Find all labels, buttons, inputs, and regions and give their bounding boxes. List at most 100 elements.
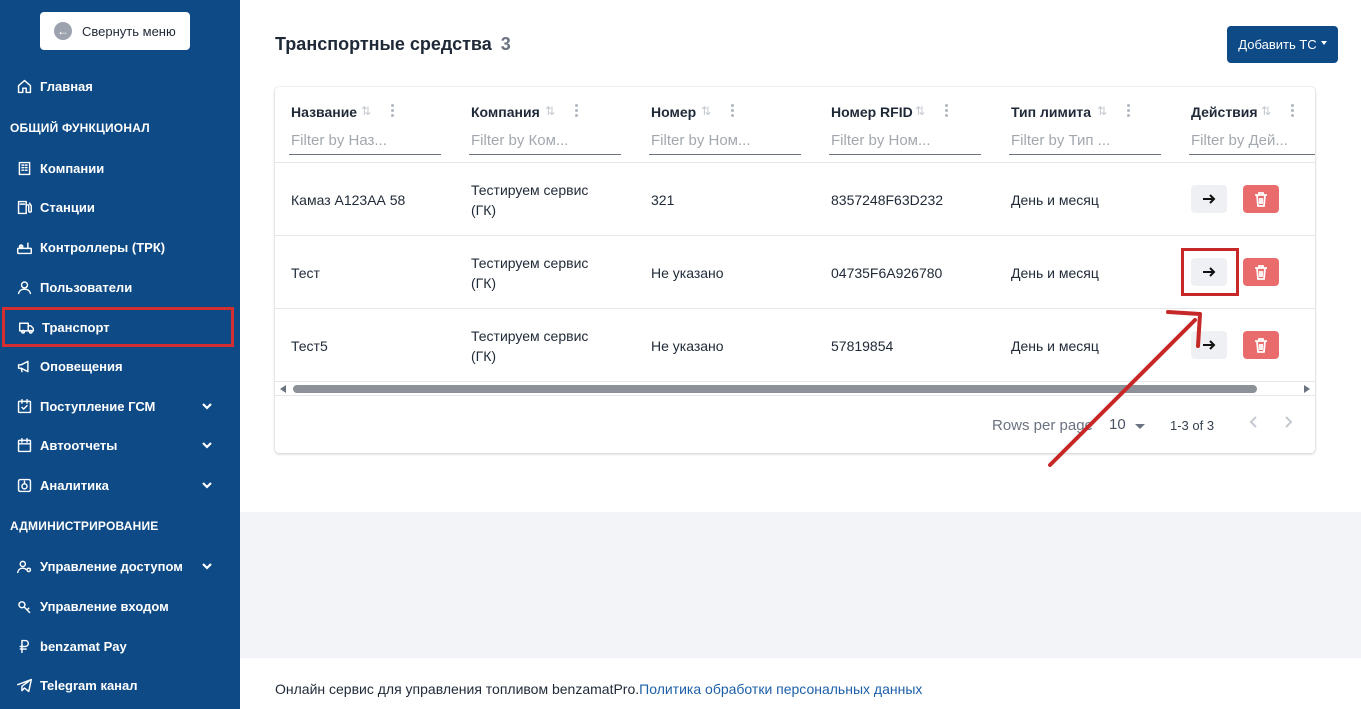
sidebar-item-controllers[interactable]: Контроллеры (ТРК) bbox=[0, 230, 240, 264]
scroll-right-icon[interactable] bbox=[1304, 385, 1310, 393]
column-header-company: Компания ⇅ bbox=[455, 87, 635, 163]
sidebar-item-analytics[interactable]: Аналитика bbox=[0, 468, 240, 502]
filter-rfid-input[interactable] bbox=[829, 127, 981, 155]
sidebar-item-autoreports[interactable]: Автоотчеты bbox=[0, 428, 240, 462]
page-title-text: Транспортные средства bbox=[275, 34, 492, 54]
highlight-box bbox=[1181, 248, 1239, 296]
prev-page-icon[interactable] bbox=[1247, 415, 1265, 433]
column-title[interactable]: Номер bbox=[651, 104, 696, 120]
sort-icon[interactable]: ⇅ bbox=[1097, 104, 1111, 120]
open-button[interactable] bbox=[1191, 331, 1227, 359]
column-menu-icon[interactable] bbox=[943, 102, 949, 120]
trash-icon bbox=[1255, 264, 1267, 280]
company-line: (ГК) bbox=[471, 201, 497, 218]
sidebar-item-label: Контроллеры (ТРК) bbox=[40, 239, 166, 255]
sort-icon[interactable]: ⇅ bbox=[361, 104, 375, 120]
filter-name-input[interactable] bbox=[289, 127, 441, 155]
sidebar-item-label: Аналитика bbox=[40, 477, 109, 493]
vehicle-count: 3 bbox=[500, 34, 511, 54]
column-title[interactable]: Компания bbox=[471, 104, 540, 120]
sidebar-item-access-management[interactable]: Управление доступом bbox=[0, 549, 240, 583]
filter-limit-input[interactable] bbox=[1009, 127, 1161, 155]
column-menu-icon[interactable] bbox=[389, 102, 395, 120]
column-menu-icon[interactable] bbox=[1289, 102, 1295, 120]
column-header-name: Название ⇅ bbox=[275, 87, 455, 163]
building-icon bbox=[14, 158, 34, 178]
sidebar-item-label: Станции bbox=[40, 199, 95, 215]
users-icon bbox=[14, 277, 34, 297]
filter-actions-input[interactable] bbox=[1189, 127, 1315, 155]
ruble-icon bbox=[14, 636, 34, 656]
cell-name: Тест5 bbox=[291, 337, 328, 354]
next-page-icon[interactable] bbox=[1281, 415, 1299, 433]
table-row: Тест5 Тестируем сервис (ГК) Не указано 57… bbox=[275, 308, 1315, 381]
company-line: (ГК) bbox=[471, 274, 497, 291]
column-menu-icon[interactable] bbox=[729, 102, 735, 120]
sidebar-item-benzamat-pay[interactable]: benzamat Pay bbox=[0, 629, 240, 663]
sidebar-item-fuel-receipts[interactable]: Поступление ГСМ bbox=[0, 389, 240, 423]
sidebar-item-users[interactable]: Пользователи bbox=[0, 270, 240, 304]
rows-per-page-select[interactable]: 10 bbox=[1109, 416, 1126, 433]
analytics-icon bbox=[14, 475, 34, 495]
cell-number: Не указано bbox=[651, 264, 724, 281]
truck-icon bbox=[16, 317, 36, 337]
arrow-right-icon bbox=[1203, 340, 1216, 350]
sidebar-item-label: Управление доступом bbox=[40, 558, 183, 574]
delete-button[interactable] bbox=[1243, 331, 1279, 359]
cell-rfid: 8357248F63D232 bbox=[831, 191, 944, 208]
footer-text: Онлайн сервис для управления топливом be… bbox=[275, 681, 640, 697]
sort-icon[interactable]: ⇅ bbox=[915, 104, 929, 120]
station-icon bbox=[14, 197, 34, 217]
privacy-policy-link[interactable]: Политика обработки персональных данных bbox=[639, 681, 922, 697]
collapse-menu-label: Свернуть меню bbox=[82, 23, 176, 39]
chevron-down-icon bbox=[200, 399, 214, 413]
cell-company: Тестируем сервис (ГК) bbox=[471, 236, 588, 309]
cell-number: 321 bbox=[651, 191, 675, 208]
cell-limit: День и месяц bbox=[1011, 191, 1099, 208]
collapse-menu-button[interactable]: ← Свернуть меню bbox=[40, 12, 190, 50]
sidebar-item-login-management[interactable]: Управление входом bbox=[0, 589, 240, 623]
delete-button[interactable] bbox=[1243, 185, 1279, 213]
chevron-down-icon bbox=[200, 438, 214, 452]
table-row: Камаз А123АА 58 Тестируем сервис (ГК) 321… bbox=[275, 162, 1315, 235]
column-title[interactable]: Название bbox=[291, 104, 357, 120]
filter-company-input[interactable] bbox=[469, 127, 621, 155]
company-line: (ГК) bbox=[471, 347, 497, 364]
scrollbar-thumb[interactable] bbox=[293, 385, 1257, 393]
filter-number-input[interactable] bbox=[649, 127, 801, 155]
sidebar-item-notifications[interactable]: Оповещения bbox=[0, 349, 240, 383]
column-title[interactable]: Номер RFID bbox=[831, 104, 913, 120]
open-button[interactable] bbox=[1191, 185, 1227, 213]
column-menu-icon[interactable] bbox=[1125, 102, 1131, 120]
sidebar-item-stations[interactable]: Станции bbox=[0, 190, 240, 224]
sidebar-item-label: Telegram канал bbox=[40, 677, 138, 693]
cell-name: Тест bbox=[291, 264, 320, 281]
cell-number: Не указано bbox=[651, 337, 724, 354]
sidebar-item-transport[interactable]: Транспорт bbox=[2, 307, 234, 347]
scroll-left-icon[interactable] bbox=[280, 385, 286, 393]
sidebar-item-label: Пользователи bbox=[40, 279, 133, 295]
arrow-right-icon bbox=[1203, 194, 1216, 204]
main-content: Транспортные средства 3 Добавить ТС Назв… bbox=[240, 0, 1361, 709]
sidebar: ← Свернуть меню Главная ОБЩИЙ ФУНКЦИОНАЛ… bbox=[0, 0, 240, 709]
horizontal-scrollbar[interactable] bbox=[275, 381, 1315, 395]
sidebar-item-companies[interactable]: Компании bbox=[0, 151, 240, 185]
cell-limit: День и месяц bbox=[1011, 337, 1099, 354]
sidebar-item-telegram[interactable]: Telegram канал bbox=[0, 668, 240, 702]
trash-icon bbox=[1255, 337, 1267, 353]
column-menu-icon[interactable] bbox=[573, 102, 579, 120]
sidebar-item-home[interactable]: Главная bbox=[0, 69, 240, 103]
sort-icon[interactable]: ⇅ bbox=[701, 104, 715, 120]
sort-icon[interactable]: ⇅ bbox=[1261, 104, 1275, 120]
sidebar-item-label: Транспорт bbox=[42, 319, 110, 335]
sidebar-item-label: Компании bbox=[40, 160, 105, 176]
column-title[interactable]: Тип лимита bbox=[1011, 104, 1091, 120]
caret-down-icon[interactable] bbox=[1135, 424, 1145, 429]
sort-icon[interactable]: ⇅ bbox=[545, 104, 559, 120]
calendar-icon bbox=[14, 435, 34, 455]
add-vehicle-button[interactable]: Добавить ТС bbox=[1227, 26, 1338, 63]
column-title[interactable]: Действия bbox=[1191, 104, 1258, 120]
sidebar-item-label: benzamat Pay bbox=[40, 638, 127, 654]
sidebar-item-label: Главная bbox=[40, 78, 93, 94]
delete-button[interactable] bbox=[1243, 258, 1279, 286]
